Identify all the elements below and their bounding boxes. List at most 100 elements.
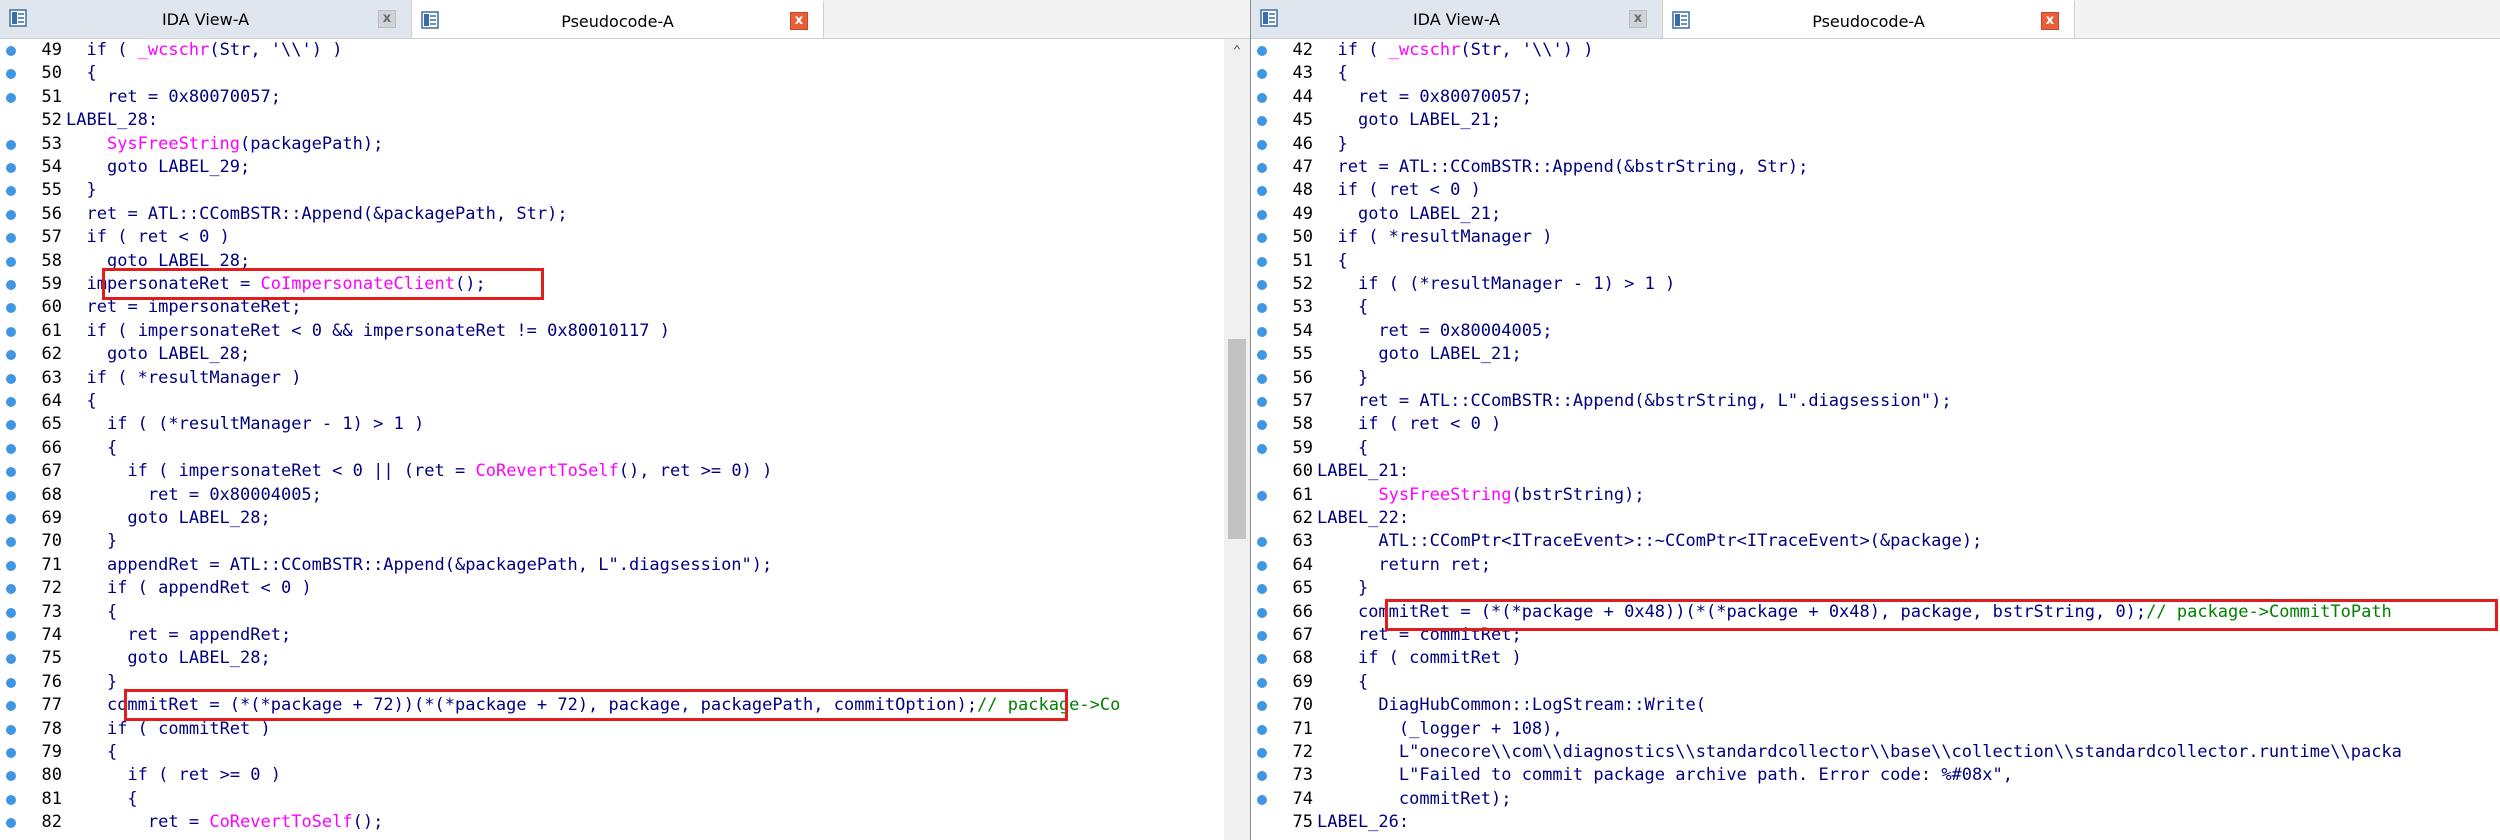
line-number: 78 bbox=[41, 718, 62, 739]
code-text: SysFreeString(bstrString); bbox=[1378, 484, 1645, 505]
breakpoint-dot-icon[interactable] bbox=[1257, 584, 1267, 595]
breakpoint-dot-icon[interactable] bbox=[1257, 654, 1267, 665]
breakpoint-dot-icon[interactable] bbox=[6, 209, 16, 220]
line-number: 49 bbox=[41, 40, 62, 60]
breakpoint-dot-icon[interactable] bbox=[1257, 92, 1267, 103]
breakpoint-dot-icon[interactable] bbox=[6, 677, 16, 688]
breakpoint-dot-icon[interactable] bbox=[1257, 631, 1267, 641]
breakpoint-dot-icon[interactable] bbox=[1257, 490, 1267, 501]
breakpoint-dot-icon[interactable] bbox=[1257, 326, 1267, 337]
breakpoint-dot-icon[interactable] bbox=[6, 303, 16, 314]
breakpoint-dot-icon[interactable] bbox=[6, 233, 16, 244]
breakpoint-dot-icon[interactable] bbox=[6, 631, 16, 641]
breakpoint-dot-icon[interactable] bbox=[1257, 303, 1267, 314]
breakpoint-dot-icon[interactable] bbox=[6, 420, 16, 431]
code-text: if ( appendRet < 0 ) bbox=[106, 578, 312, 599]
code-text: LABEL_21: bbox=[1317, 461, 1410, 482]
breakpoint-dot-icon[interactable] bbox=[1257, 677, 1267, 688]
breakpoint-dot-icon[interactable] bbox=[6, 537, 16, 548]
breakpoint-dot-icon[interactable] bbox=[6, 514, 16, 524]
breakpoint-dot-icon[interactable] bbox=[1257, 373, 1267, 384]
breakpoint-dot-icon[interactable] bbox=[6, 654, 16, 665]
close-tab-icon[interactable]: x bbox=[790, 12, 808, 30]
code-area-left[interactable]: 49 if ( _wcschr(Str, '\\') ) 50 {51 ret =… bbox=[0, 39, 1250, 840]
breakpoint-dot-icon[interactable] bbox=[1257, 233, 1267, 244]
code-text: goto LABEL_28; bbox=[106, 344, 251, 365]
breakpoint-dot-icon[interactable] bbox=[6, 326, 16, 337]
breakpoint-dot-icon[interactable] bbox=[6, 443, 16, 454]
breakpoint-dot-icon[interactable] bbox=[6, 724, 16, 735]
code-text: } bbox=[1317, 133, 1348, 154]
line-number: 72 bbox=[41, 578, 62, 599]
tab-pseudocode-a-left[interactable]: Pseudocode-A x bbox=[412, 0, 824, 38]
code-text: { bbox=[1317, 671, 1369, 692]
breakpoint-dot-icon[interactable] bbox=[1257, 139, 1267, 150]
breakpoint-dot-icon[interactable] bbox=[6, 186, 16, 197]
breakpoint-dot-icon[interactable] bbox=[1257, 607, 1267, 618]
tab-ida-view-a-right[interactable]: IDA View-A x bbox=[1251, 0, 1663, 38]
line-number: 51 bbox=[41, 86, 62, 107]
breakpoint-dot-icon[interactable] bbox=[6, 256, 16, 267]
breakpoint-dot-icon[interactable] bbox=[1257, 256, 1267, 267]
line-number: 62 bbox=[1292, 508, 1313, 528]
breakpoint-dot-icon[interactable] bbox=[6, 467, 16, 478]
line-number: 55 bbox=[41, 180, 62, 201]
code-text: if ( (*resultManager - 1) > 1 ) bbox=[1357, 274, 1676, 294]
breakpoint-dot-icon[interactable] bbox=[6, 701, 16, 712]
breakpoint-dot-icon[interactable] bbox=[6, 163, 16, 173]
breakpoint-dot-icon[interactable] bbox=[6, 69, 16, 80]
breakpoint-dot-icon[interactable] bbox=[6, 584, 16, 595]
code-text: commitRet = (*(*package + 0x48))(*(*pack… bbox=[1357, 601, 2392, 622]
breakpoint-dot-icon[interactable] bbox=[1257, 163, 1267, 173]
breakpoint-dot-icon[interactable] bbox=[1257, 350, 1267, 361]
code-area-right[interactable]: 42 if ( _wcschr(Str, '\\') ) 43 {44 ret =… bbox=[1251, 39, 2500, 840]
line-number: 71 bbox=[41, 554, 62, 575]
breakpoint-dot-icon[interactable] bbox=[1257, 420, 1267, 431]
line-number: 58 bbox=[1292, 414, 1313, 435]
breakpoint-dot-icon[interactable] bbox=[1257, 771, 1267, 782]
close-tab-icon[interactable]: x bbox=[1629, 10, 1647, 28]
breakpoint-dot-icon[interactable] bbox=[1257, 443, 1267, 454]
tab-ida-view-a-left[interactable]: IDA View-A x bbox=[0, 0, 412, 38]
code-text: ret = CoRevertToSelf(); bbox=[147, 812, 384, 833]
vertical-scrollbar-left[interactable]: ⌃ bbox=[1224, 39, 1250, 840]
breakpoint-dot-icon[interactable] bbox=[1257, 701, 1267, 712]
line-number: 55 bbox=[1292, 344, 1313, 365]
tab-pseudocode-a-right[interactable]: Pseudocode-A x bbox=[1663, 0, 2075, 38]
scrollbar-thumb[interactable] bbox=[1228, 339, 1246, 539]
breakpoint-dot-icon[interactable] bbox=[6, 560, 16, 571]
breakpoint-dot-icon[interactable] bbox=[1257, 280, 1267, 290]
breakpoint-dot-icon[interactable] bbox=[6, 607, 16, 618]
breakpoint-dot-icon[interactable] bbox=[6, 92, 16, 103]
close-tab-icon[interactable]: x bbox=[378, 10, 396, 28]
breakpoint-dot-icon[interactable] bbox=[6, 490, 16, 501]
breakpoint-dot-icon[interactable] bbox=[1257, 46, 1267, 56]
scroll-up-arrow-icon[interactable]: ⌃ bbox=[1228, 43, 1246, 61]
breakpoint-dot-icon[interactable] bbox=[6, 139, 16, 150]
breakpoint-dot-icon[interactable] bbox=[1257, 724, 1267, 735]
breakpoint-dot-icon[interactable] bbox=[6, 771, 16, 782]
breakpoint-dot-icon[interactable] bbox=[6, 818, 16, 829]
breakpoint-dot-icon[interactable] bbox=[6, 373, 16, 384]
breakpoint-dot-icon[interactable] bbox=[6, 397, 16, 407]
line-number: 68 bbox=[41, 484, 62, 505]
breakpoint-dot-icon[interactable] bbox=[1257, 397, 1267, 407]
breakpoint-dot-icon[interactable] bbox=[1257, 116, 1267, 127]
code-text: if ( ret >= 0 ) bbox=[127, 765, 281, 786]
breakpoint-dot-icon[interactable] bbox=[1257, 560, 1267, 571]
code-text: goto LABEL_28; bbox=[106, 250, 251, 271]
breakpoint-dot-icon[interactable] bbox=[1257, 69, 1267, 80]
close-tab-icon[interactable]: x bbox=[2041, 12, 2059, 30]
breakpoint-dot-icon[interactable] bbox=[1257, 537, 1267, 548]
breakpoint-dot-icon[interactable] bbox=[6, 794, 16, 805]
breakpoint-dot-icon[interactable] bbox=[1257, 794, 1267, 805]
breakpoint-dot-icon[interactable] bbox=[6, 280, 16, 290]
breakpoint-dot-icon[interactable] bbox=[1257, 748, 1267, 758]
breakpoint-dot-icon[interactable] bbox=[1257, 186, 1267, 197]
breakpoint-dot-icon[interactable] bbox=[6, 350, 16, 361]
code-text: ret = 0x80004005; bbox=[147, 484, 322, 505]
code-text: if ( *resultManager ) bbox=[1337, 227, 1553, 248]
breakpoint-dot-icon[interactable] bbox=[6, 46, 16, 56]
breakpoint-dot-icon[interactable] bbox=[6, 748, 16, 758]
breakpoint-dot-icon[interactable] bbox=[1257, 209, 1267, 220]
